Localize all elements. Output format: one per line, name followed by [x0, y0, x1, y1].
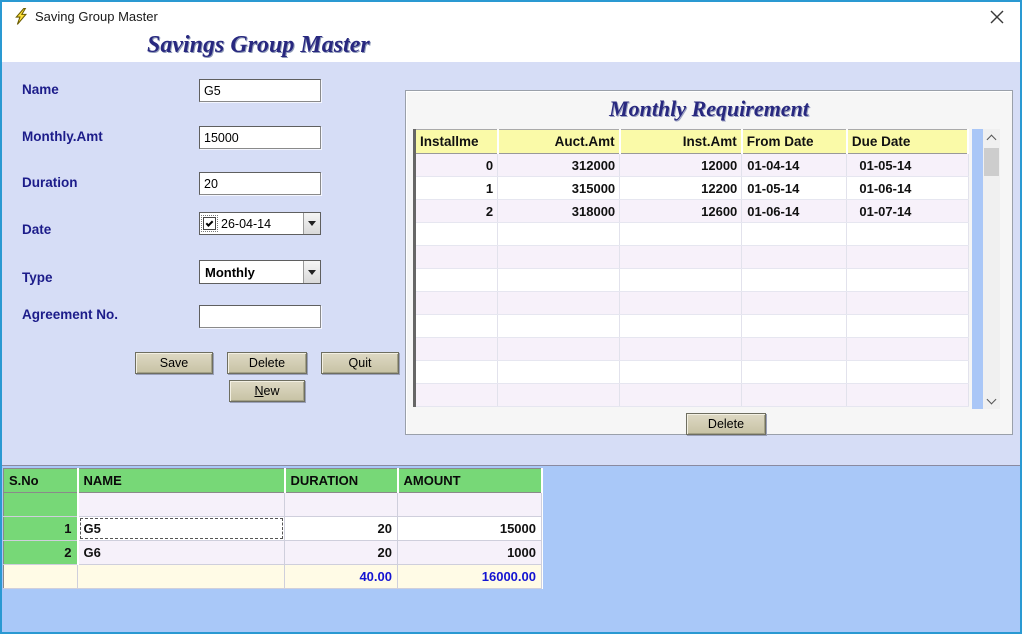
type-dropdown-button[interactable]	[303, 261, 320, 283]
grid-header-inst-amt: Inst.Amt	[620, 130, 742, 154]
panel-title: Monthly Requirement	[406, 96, 1012, 122]
total-amount: 16000.00	[398, 565, 542, 589]
name-input[interactable]	[199, 79, 321, 102]
duration-label: Duration	[22, 175, 78, 190]
grid-empty-row[interactable]	[415, 269, 969, 292]
groups-summary-table: S.No NAME DURATION AMOUNT 1 G5 20 15000	[3, 468, 543, 589]
grid-scrollbar[interactable]	[983, 129, 1000, 409]
chevron-down-icon	[308, 221, 316, 226]
grid-empty-row[interactable]	[415, 315, 969, 338]
summary-header-row: S.No NAME DURATION AMOUNT	[4, 469, 542, 493]
grid-header-auct-amt: Auct.Amt	[498, 130, 620, 154]
summary-row[interactable]: 1 G5 20 15000	[4, 517, 542, 541]
scrollbar-thumb[interactable]	[984, 148, 999, 176]
new-button[interactable]: New	[229, 380, 305, 402]
monthly-amt-input[interactable]	[199, 126, 321, 149]
grid-header-from-date: From Date	[742, 130, 847, 154]
grid-empty-row[interactable]	[415, 246, 969, 269]
date-checkbox[interactable]	[201, 215, 218, 232]
cell-amount[interactable]: 15000	[398, 517, 542, 541]
cell-inst-amt[interactable]: 12200	[620, 177, 742, 200]
lightning-icon	[11, 8, 28, 25]
cell-inst-amt[interactable]: 12000	[620, 154, 742, 177]
chevron-down-icon	[308, 270, 316, 275]
total-duration: 40.00	[285, 565, 398, 589]
cell-due-date[interactable]: 01-05-14	[847, 154, 968, 177]
cell-due-date[interactable]: 01-06-14	[847, 177, 968, 200]
delete-button[interactable]: Delete	[227, 352, 307, 374]
page-title: Savings Group Master	[147, 32, 370, 59]
date-dropdown-button[interactable]	[303, 213, 320, 234]
grid-header-due-date: Due Date	[847, 130, 968, 154]
type-select[interactable]: Monthly	[199, 260, 321, 284]
grid-filler-strip	[972, 129, 983, 409]
grid-header-row: Installme Auct.Amt Inst.Amt From Date Du…	[415, 130, 969, 154]
scroll-down-button[interactable]	[983, 392, 1000, 409]
summary-header-name: NAME	[78, 469, 285, 493]
grid-row[interactable]: 0 312000 12000 01-04-14 01-05-14	[415, 154, 969, 177]
grid-empty-row[interactable]	[415, 292, 969, 315]
monthly-requirement-panel: Monthly Requirement Installme Auct.Amt I…	[405, 90, 1013, 435]
cell-installment[interactable]: 2	[415, 200, 498, 223]
type-label: Type	[22, 270, 53, 285]
cell-installment[interactable]: 0	[415, 154, 498, 177]
grid-empty-row[interactable]	[415, 223, 969, 246]
cell-auct-amt[interactable]: 318000	[498, 200, 620, 223]
cell-name-selected[interactable]: G5	[78, 517, 285, 541]
window-title: Saving Group Master	[35, 9, 158, 24]
cell-installment[interactable]: 1	[415, 177, 498, 200]
duration-input[interactable]	[199, 172, 321, 195]
cell-from-date[interactable]: 01-04-14	[742, 154, 847, 177]
monthly-amt-label: Monthly.Amt	[22, 129, 103, 144]
installment-grid: Installme Auct.Amt Inst.Amt From Date Du…	[413, 129, 969, 407]
cell-from-date[interactable]: 01-06-14	[742, 200, 847, 223]
cell-sno[interactable]: 2	[4, 541, 78, 565]
cell-inst-amt[interactable]: 12600	[620, 200, 742, 223]
cell-name[interactable]: G6	[78, 541, 285, 565]
agreement-no-label: Agreement No.	[22, 307, 118, 322]
cell-auct-amt[interactable]: 315000	[498, 177, 620, 200]
cell-due-date[interactable]: 01-07-14	[847, 200, 968, 223]
selection-marquee	[80, 518, 284, 539]
grid-row[interactable]: 1 315000 12200 01-05-14 01-06-14	[415, 177, 969, 200]
cell-duration[interactable]: 20	[285, 541, 398, 565]
date-label: Date	[22, 222, 51, 237]
cell-sno[interactable]: 1	[4, 517, 78, 541]
bottom-section: S.No NAME DURATION AMOUNT 1 G5 20 15000	[2, 465, 1020, 632]
close-icon[interactable]	[989, 9, 1005, 25]
grid-empty-row[interactable]	[415, 384, 969, 407]
scroll-up-button[interactable]	[983, 129, 1000, 146]
grid-row[interactable]: 2 318000 12600 01-06-14 01-07-14	[415, 200, 969, 223]
type-selected-value: Monthly	[200, 265, 303, 280]
summary-row[interactable]: 2 G6 20 1000	[4, 541, 542, 565]
app-window: Saving Group Master Savings Group Master…	[0, 0, 1022, 634]
summary-header-amount: AMOUNT	[398, 469, 542, 493]
grid-header-installment: Installme	[415, 130, 498, 154]
summary-empty-row[interactable]	[4, 493, 542, 517]
grid-empty-row[interactable]	[415, 338, 969, 361]
save-button[interactable]: Save	[135, 352, 213, 374]
summary-total-row: 40.00 16000.00	[4, 565, 542, 589]
grid-empty-row[interactable]	[415, 361, 969, 384]
cell-amount[interactable]: 1000	[398, 541, 542, 565]
quit-button[interactable]: Quit	[321, 352, 399, 374]
chevron-up-icon	[987, 135, 997, 145]
cell-auct-amt[interactable]: 312000	[498, 154, 620, 177]
chevron-down-icon	[987, 394, 997, 404]
cell-from-date[interactable]: 01-05-14	[742, 177, 847, 200]
summary-header-sno: S.No	[4, 469, 78, 493]
summary-header-duration: DURATION	[285, 469, 398, 493]
date-value: 26-04-14	[218, 217, 303, 231]
date-picker[interactable]: 26-04-14	[199, 212, 321, 235]
name-label: Name	[22, 82, 59, 97]
agreement-no-input[interactable]	[199, 305, 321, 328]
title-bar: Saving Group Master	[2, 2, 1020, 32]
grid-delete-button[interactable]: Delete	[686, 413, 766, 435]
check-icon	[206, 219, 214, 227]
cell-duration[interactable]: 20	[285, 517, 398, 541]
